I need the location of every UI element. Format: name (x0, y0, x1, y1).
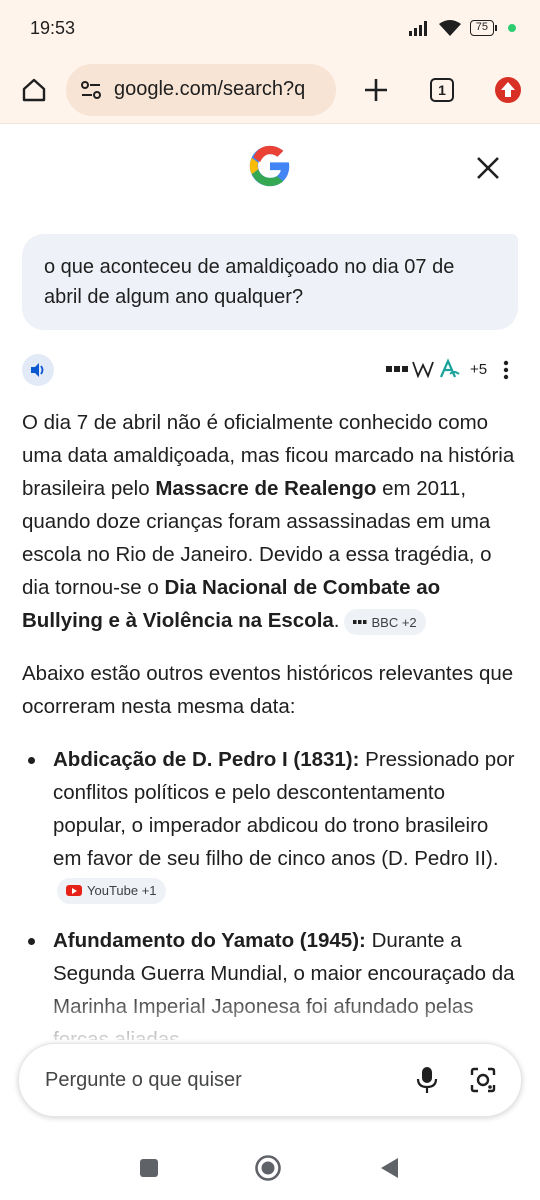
lens-camera-icon (470, 1067, 496, 1093)
microphone-icon (416, 1067, 438, 1093)
update-arrow-icon (495, 76, 521, 103)
home-circle-icon[interactable] (254, 1154, 282, 1182)
source-favicon-icon (352, 620, 366, 624)
new-tab-button[interactable] (358, 72, 394, 108)
signal-icon (408, 21, 427, 36)
status-bar: 19:53 75 (0, 0, 540, 56)
read-aloud-button[interactable] (22, 354, 54, 386)
sources-button[interactable]: +5 (386, 356, 487, 382)
system-nav-bar (0, 1136, 540, 1200)
youtube-icon (66, 885, 82, 896)
address-bar[interactable]: google.com/search?q (66, 63, 336, 116)
citation-chip-bbc[interactable]: BBC +2 (343, 609, 426, 635)
tab-count: 1 (430, 77, 454, 102)
recents-button[interactable] (140, 1159, 158, 1177)
voice-search-button[interactable] (411, 1064, 443, 1096)
citation-chip-youtube[interactable]: YouTube +1 (57, 877, 166, 904)
close-button[interactable] (468, 148, 508, 188)
back-triangle-icon[interactable] (378, 1156, 400, 1180)
wifi-icon (438, 20, 461, 36)
wikipedia-icon (412, 356, 434, 382)
ask-input-placeholder[interactable]: Pergunte o que quiser (45, 1069, 242, 1092)
update-button[interactable] (490, 72, 526, 108)
more-vert-icon (503, 360, 509, 380)
bold-term-realengo: Massacre de Realengo (155, 477, 377, 500)
privacy-dot-icon (508, 24, 516, 32)
battery-indicator: 75 (469, 20, 498, 36)
sources-count: +5 (470, 360, 488, 378)
tab-switcher-button[interactable]: 1 (424, 72, 460, 108)
google-logo-icon (249, 145, 290, 187)
close-icon (477, 157, 499, 179)
answer-paragraph-2: Abaixo estão outros eventos históricos r… (22, 662, 514, 718)
more-options-button[interactable] (494, 356, 518, 384)
site-settings-icon[interactable] (80, 79, 102, 101)
browser-toolbar: google.com/search?q 1 (0, 56, 540, 124)
user-query-bubble: o que aconteceu de amaldiçoado no dia 07… (22, 234, 518, 330)
speaker-icon (31, 363, 44, 377)
status-icons: 75 (408, 19, 516, 37)
home-button[interactable] (16, 72, 52, 108)
status-time: 19:53 (30, 17, 76, 38)
source-favicon-icon (386, 356, 408, 382)
ai-answer: O dia 7 de abril não é oficialmente conh… (22, 406, 522, 1072)
plus-icon (365, 78, 387, 101)
google-lens-button[interactable] (467, 1064, 499, 1096)
source-logo-icon (438, 356, 460, 382)
list-item: Abdicação de D. Pedro I (1831): Pression… (22, 743, 522, 908)
home-icon (22, 78, 46, 101)
ask-input-bar[interactable]: Pergunte o que quiser (18, 1043, 522, 1117)
url-text[interactable]: google.com/search?q (114, 78, 305, 101)
answer-paragraph-1: O dia 7 de abril não é oficialmente conh… (22, 406, 522, 637)
